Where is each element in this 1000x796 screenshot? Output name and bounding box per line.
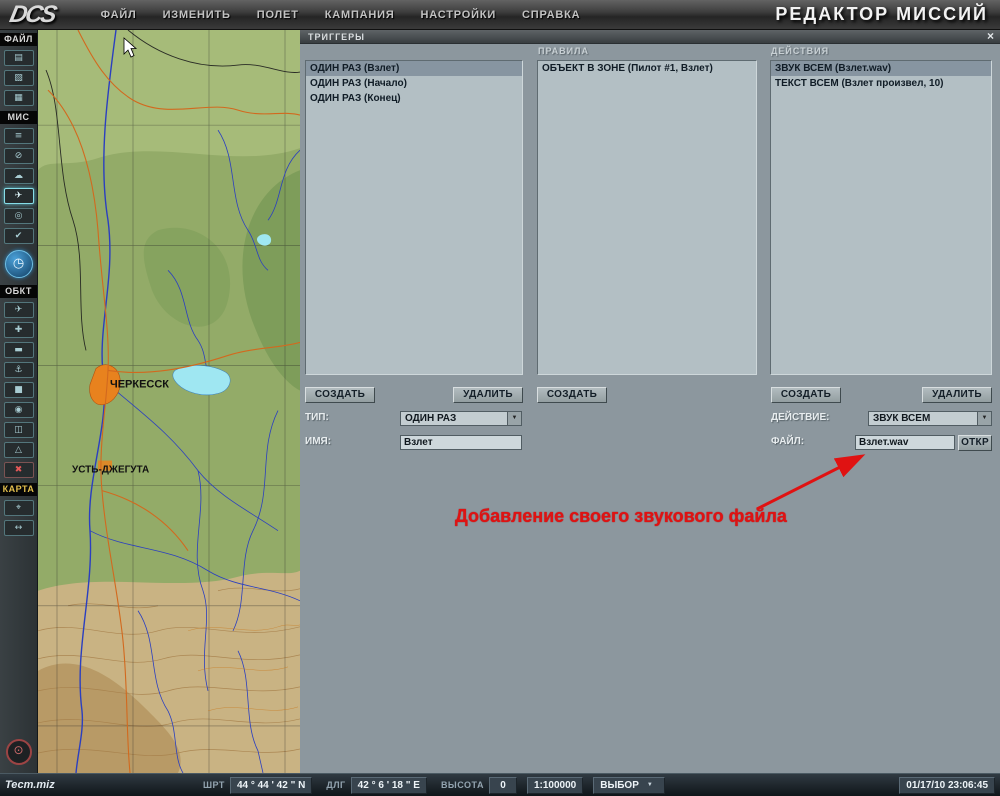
menu-flight[interactable]: ПОЛЕТ bbox=[257, 9, 299, 21]
list-item[interactable]: ОДИН РАЗ (Конец) bbox=[306, 91, 522, 106]
menu-edit[interactable]: ИЗМЕНИТЬ bbox=[163, 9, 231, 21]
action-type-dropdown[interactable]: ЗВУК ВСЕМ ▼ bbox=[868, 411, 992, 426]
mode-selector[interactable]: ВЫБОР ▼ bbox=[593, 776, 666, 794]
create-trigger-button[interactable]: СОЗДАТЬ bbox=[305, 387, 375, 403]
weather-icon[interactable]: ☁ bbox=[3, 168, 34, 184]
trigger-name-input[interactable] bbox=[400, 435, 522, 450]
exit-icon[interactable]: ⊙ bbox=[5, 739, 32, 765]
longitude-label: ДЛГ bbox=[326, 780, 346, 790]
rules-list[interactable]: ОБЪЕКТ В ЗОНЕ (Пилот #1, Взлет) bbox=[537, 60, 757, 375]
tool-sidebar: ФАЙЛ ▤ ▧ ▦ МИС ≡ ⊘ ☁ ✈ ◎ ✔ ◷ ОБКТ ✈ ✚ ▬ … bbox=[0, 30, 38, 773]
delete-action-button[interactable]: УДАЛИТЬ bbox=[922, 387, 992, 403]
action-type-value: ЗВУК ВСЕМ bbox=[873, 413, 931, 424]
map-label-ust-dzheguta: УСТЬ-ДЖЕГУТА bbox=[72, 465, 149, 476]
trigger-type-dropdown[interactable]: ОДИН РАЗ ▼ bbox=[400, 411, 522, 426]
top-menu-bar: DCS ФАЙЛ ИЗМЕНИТЬ ПОЛЕТ КАМПАНИЯ НАСТРОЙ… bbox=[0, 0, 1000, 30]
close-icon[interactable]: × bbox=[987, 30, 994, 44]
rules-header: ПРАВИЛА bbox=[538, 46, 589, 56]
list-item[interactable]: ОДИН РАЗ (Начало) bbox=[306, 76, 522, 91]
mission-editor-screen: DCS ФАЙЛ ИЗМЕНИТЬ ПОЛЕТ КАМПАНИЯ НАСТРОЙ… bbox=[0, 0, 1000, 796]
altitude-label: ВЫСОТА bbox=[440, 780, 484, 790]
open-file-button[interactable]: ОТКР bbox=[958, 435, 992, 451]
actions-header: ДЕЙСТВИЯ bbox=[771, 46, 830, 56]
name-label: ИМЯ: bbox=[305, 436, 332, 447]
datetime-display: 01/17/10 23:06:45 bbox=[899, 776, 995, 794]
dcs-logo: DCS bbox=[7, 0, 58, 28]
sound-file-input[interactable] bbox=[855, 435, 955, 450]
type-label: ТИП: bbox=[305, 412, 329, 423]
status-bar: Тест.miz ШРТ 44 ° 44 ' 42 " N ДЛГ 42 ° 6… bbox=[0, 773, 1000, 796]
check-icon[interactable]: ✔ bbox=[3, 228, 34, 244]
static-object-icon[interactable]: ■ bbox=[3, 382, 34, 398]
trigger-type-value: ОДИН РАЗ bbox=[405, 413, 457, 424]
mission-time-icon[interactable]: ◷ bbox=[4, 250, 33, 278]
actions-list[interactable]: ЗВУК ВСЕМ (Взлет.wav) ТЕКСТ ВСЕМ (Взлет … bbox=[770, 60, 992, 375]
airplane-icon[interactable]: ✈ bbox=[3, 302, 34, 318]
briefing-icon[interactable]: ≡ bbox=[3, 128, 34, 144]
list-item[interactable]: ОДИН РАЗ (Взлет) bbox=[306, 61, 522, 76]
map-scale[interactable]: 1:100000 bbox=[526, 776, 584, 794]
chevron-down-icon[interactable]: ▼ bbox=[977, 412, 991, 425]
triggers-panel-title: ТРИГГЕРЫ bbox=[300, 30, 1000, 44]
map-viewport[interactable]: ЧЕРКЕССК УСТЬ-ДЖЕГУТА bbox=[38, 30, 300, 773]
sidebar-section-file: ФАЙЛ bbox=[0, 33, 37, 46]
sidebar-section-karta: КАРТА bbox=[0, 483, 37, 496]
create-rule-button[interactable]: СОЗДАТЬ bbox=[537, 387, 607, 403]
helicopter-icon[interactable]: ✚ bbox=[3, 322, 34, 338]
page-title: РЕДАКТОР МИССИЙ bbox=[775, 4, 988, 24]
map-measure-icon[interactable]: ↔ bbox=[3, 520, 34, 536]
goals-icon[interactable]: ◎ bbox=[3, 208, 34, 224]
airbase-icon[interactable]: ◉ bbox=[3, 402, 34, 418]
map-label-cherkessk: ЧЕРКЕССК bbox=[110, 378, 169, 390]
ship-icon[interactable]: ⚓ bbox=[3, 362, 34, 378]
map-search-icon[interactable]: ⌖ bbox=[3, 500, 34, 516]
restrictions-icon[interactable]: ⊘ bbox=[3, 148, 34, 164]
map-canvas[interactable]: ЧЕРКЕССК УСТЬ-ДЖЕГУТА bbox=[38, 30, 300, 773]
ground-vehicle-icon[interactable]: ▬ bbox=[3, 342, 34, 358]
trigger-zones-icon[interactable]: △ bbox=[3, 442, 34, 458]
template-group-icon[interactable]: ◫ bbox=[3, 422, 34, 438]
longitude-value: 42 ° 6 ' 18 " E bbox=[350, 776, 427, 794]
triggers-panel: ТРИГГЕРЫ × ПРАВИЛА ДЕЙСТВИЯ ОДИН РАЗ (Вз… bbox=[300, 30, 1000, 773]
latitude-label: ШРТ bbox=[203, 780, 225, 790]
open-mission-icon[interactable]: ▧ bbox=[3, 70, 34, 86]
file-label: ФАЙЛ: bbox=[771, 436, 805, 447]
main-menu: ФАЙЛ ИЗМЕНИТЬ ПОЛЕТ КАМПАНИЯ НАСТРОЙКИ С… bbox=[101, 9, 581, 21]
latitude-value: 44 ° 44 ' 42 " N bbox=[229, 776, 313, 794]
chevron-down-icon: ▼ bbox=[646, 781, 653, 788]
aircraft-route-icon[interactable]: ✈ bbox=[3, 188, 34, 204]
mission-filename: Тест.miz bbox=[5, 779, 55, 791]
delete-trigger-button[interactable]: УДАЛИТЬ bbox=[453, 387, 523, 403]
list-item[interactable]: ЗВУК ВСЕМ (Взлет.wav) bbox=[771, 61, 991, 76]
chevron-down-icon[interactable]: ▼ bbox=[507, 412, 521, 425]
list-item[interactable]: ОБЪЕКТ В ЗОНЕ (Пилот #1, Взлет) bbox=[538, 61, 756, 76]
save-mission-icon[interactable]: ▦ bbox=[3, 90, 34, 106]
altitude-value: 0 bbox=[488, 776, 517, 794]
sidebar-section-mis: МИС bbox=[0, 111, 37, 124]
menu-settings[interactable]: НАСТРОЙКИ bbox=[421, 9, 496, 21]
mode-value: ВЫБОР bbox=[600, 779, 639, 791]
annotation-text: Добавление своего звукового файла bbox=[455, 506, 787, 526]
sidebar-section-obkt: ОБКТ bbox=[0, 285, 37, 298]
menu-campaign[interactable]: КАМПАНИЯ bbox=[325, 9, 395, 21]
remove-object-icon[interactable]: ✖ bbox=[3, 462, 34, 478]
new-mission-icon[interactable]: ▤ bbox=[3, 50, 34, 66]
action-label: ДЕЙСТВИЕ: bbox=[771, 412, 830, 423]
list-item[interactable]: ТЕКСТ ВСЕМ (Взлет произвел, 10) bbox=[771, 76, 991, 91]
create-action-button[interactable]: СОЗДАТЬ bbox=[771, 387, 841, 403]
menu-help[interactable]: СПРАВКА bbox=[522, 9, 580, 21]
menu-file[interactable]: ФАЙЛ bbox=[101, 9, 137, 21]
triggers-list[interactable]: ОДИН РАЗ (Взлет) ОДИН РАЗ (Начало) ОДИН … bbox=[305, 60, 523, 375]
